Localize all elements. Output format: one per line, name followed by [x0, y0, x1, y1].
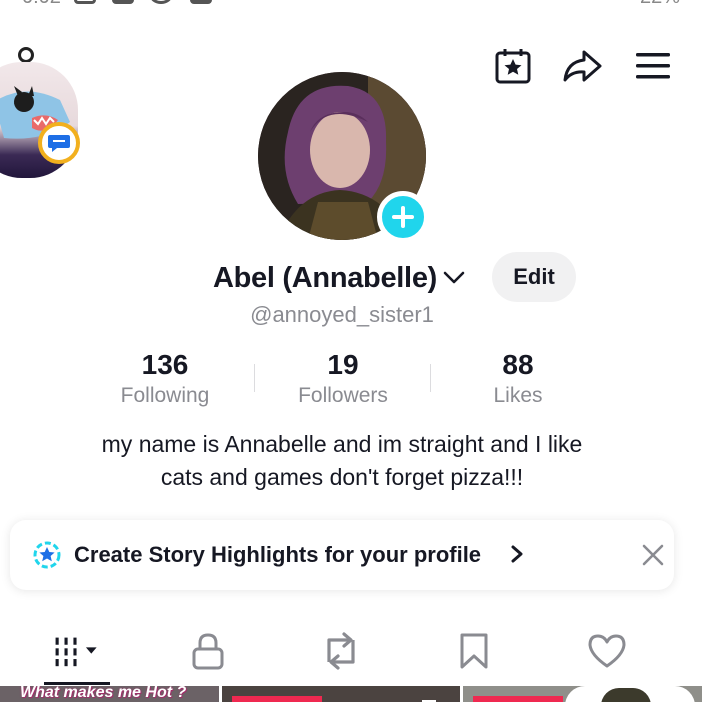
share-icon[interactable] — [562, 46, 602, 86]
divider — [430, 364, 431, 392]
likes-label: Likes — [493, 384, 543, 407]
profile-bio: my name is Annabelle and im straight and… — [40, 428, 644, 494]
highlights-text: Create Story Highlights for your profile — [74, 542, 482, 567]
stat-likes[interactable]: 88 Likes — [443, 348, 593, 410]
online-indicator — [18, 47, 34, 63]
video-thumbnail[interactable] — [463, 686, 702, 702]
chevron-down-icon[interactable] — [443, 271, 465, 285]
profile-name-row[interactable]: Abel (Annabelle) — [213, 258, 465, 298]
tab-favorites[interactable] — [449, 626, 499, 676]
edit-profile-button[interactable]: Edit — [492, 252, 576, 302]
followers-count: 19 — [327, 349, 359, 380]
likes-count: 88 — [502, 349, 534, 380]
status-bar: 0:02 22% — [0, 0, 702, 8]
notification-icon — [112, 0, 134, 4]
lock-icon — [192, 633, 224, 670]
tab-reposts[interactable] — [316, 626, 366, 676]
tab-liked[interactable] — [582, 626, 632, 676]
bio-line: my name is Annabelle and im straight and… — [101, 431, 583, 457]
following-count: 136 — [141, 349, 189, 380]
tab-videos[interactable] — [52, 626, 102, 676]
stat-followers[interactable]: 19 Followers — [268, 348, 418, 410]
profile-name: Abel (Annabelle) — [213, 261, 437, 294]
add-story-button[interactable] — [377, 191, 429, 243]
battery-text: 22% — [640, 0, 680, 9]
video-thumbnail[interactable] — [222, 686, 460, 702]
story-highlights-banner[interactable]: Create Story Highlights for your profile — [10, 520, 674, 590]
plus-icon — [392, 206, 414, 228]
profile-username: @annoyed_sister1 — [250, 302, 434, 327]
highlight-star-icon — [33, 541, 61, 569]
grid-icon — [55, 637, 97, 667]
active-tab-indicator — [44, 682, 110, 685]
close-icon[interactable] — [638, 540, 668, 570]
notification-icon — [74, 0, 96, 4]
profile-screen: 0:02 22% — [0, 0, 702, 702]
video-thumbnail[interactable]: What makes me Hot ? — [0, 686, 219, 702]
followers-label: Followers — [298, 384, 388, 407]
divider — [254, 364, 255, 392]
chevron-right-icon — [511, 545, 523, 563]
status-time: 0:02 — [22, 0, 61, 9]
calendar-star-icon[interactable] — [493, 46, 533, 86]
following-label: Following — [120, 384, 210, 407]
bookmark-icon — [460, 633, 488, 669]
menu-icon[interactable] — [633, 46, 673, 86]
thumbnail-caption: What makes me Hot ? — [20, 686, 187, 701]
bio-line: cats and games don't forget pizza!!! — [160, 464, 524, 490]
notification-icon — [190, 0, 212, 4]
message-bubble-icon[interactable] — [38, 122, 80, 164]
repost-icon — [327, 632, 355, 670]
heart-icon — [588, 634, 626, 668]
stat-following[interactable]: 136 Following — [90, 348, 240, 410]
clock-icon — [150, 0, 172, 4]
tab-private[interactable] — [183, 626, 233, 676]
